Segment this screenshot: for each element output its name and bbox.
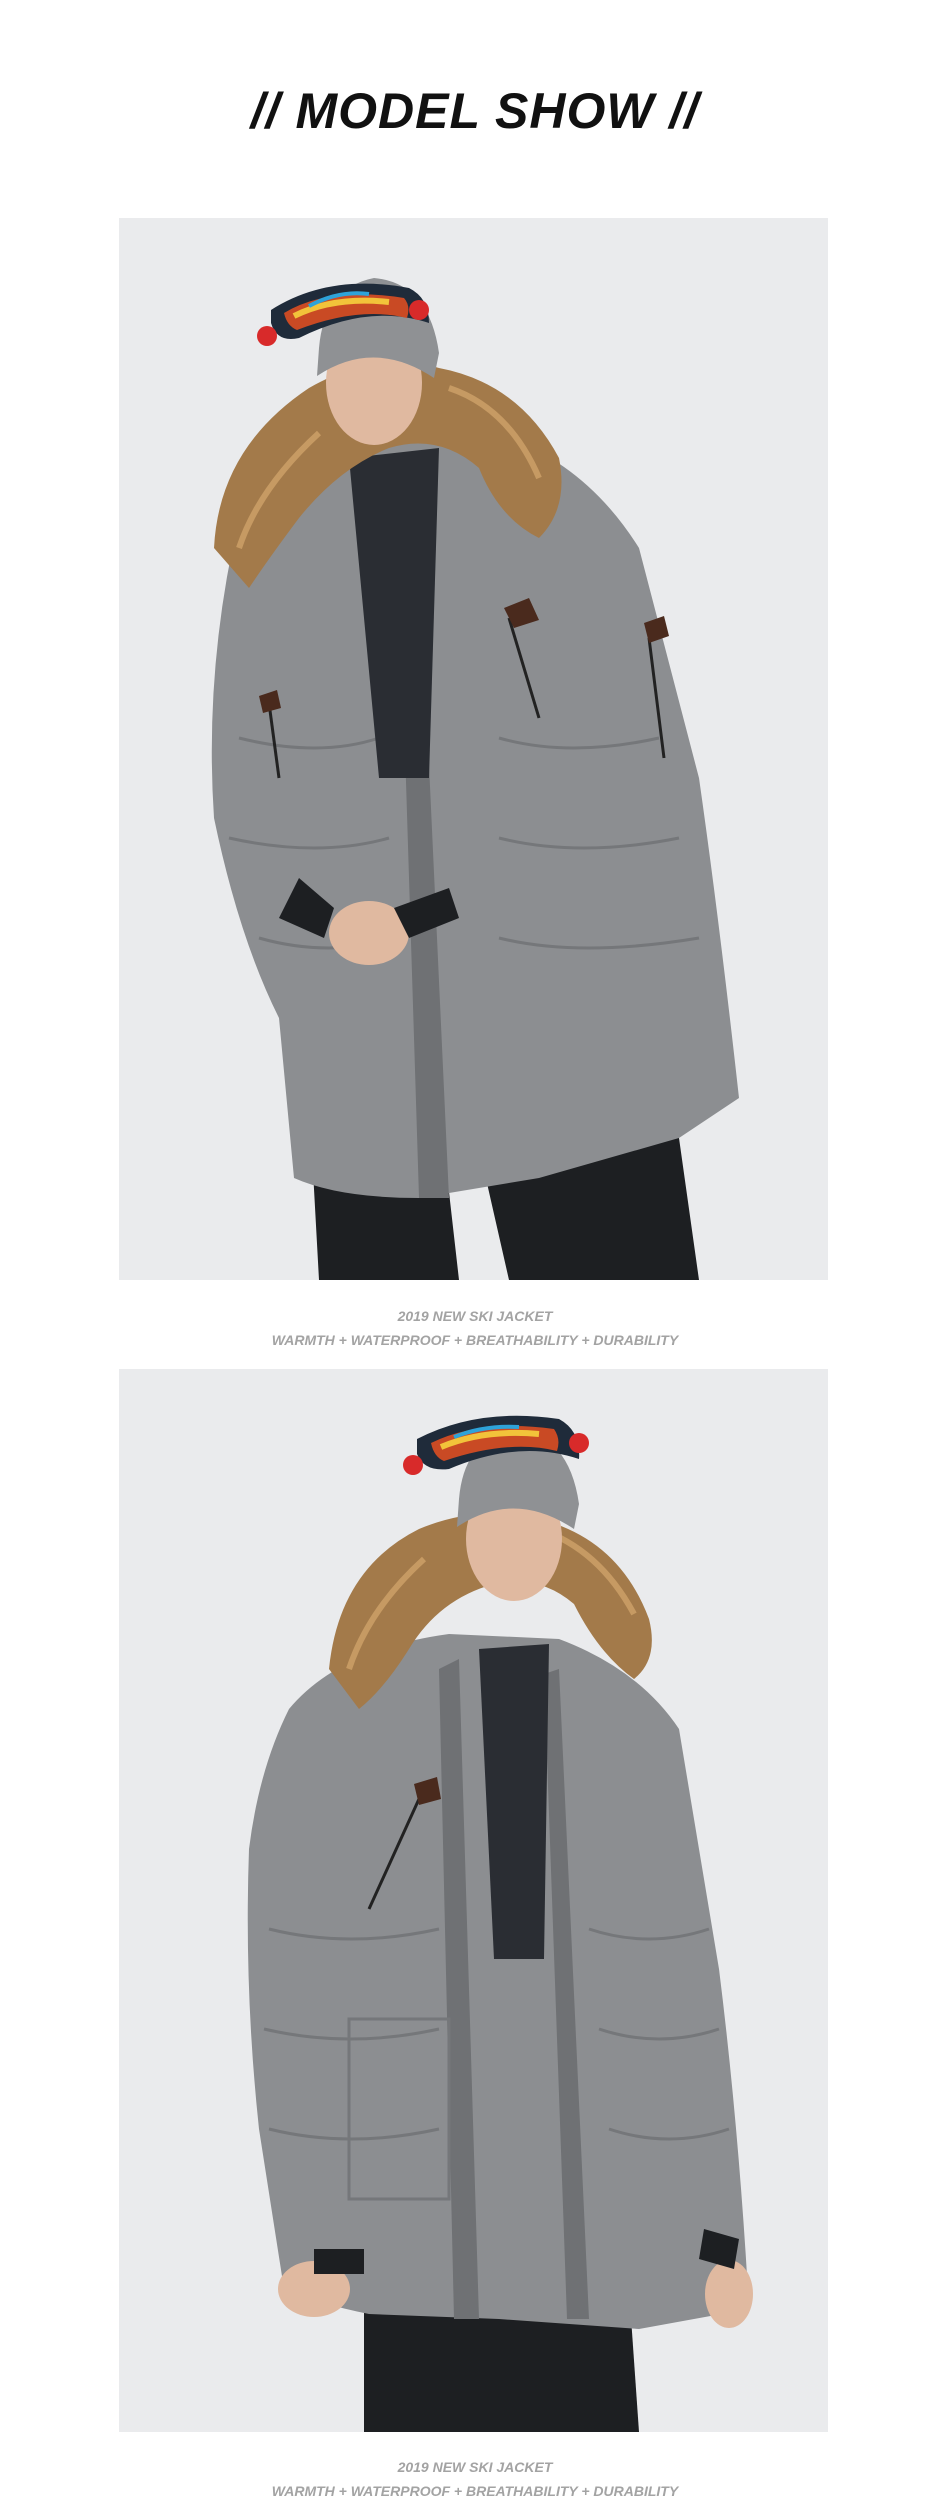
- model-illustration-three-quarter: [119, 1369, 828, 2432]
- model-photo-front: [119, 218, 828, 1280]
- photo-caption: 2019 NEW SKI JACKET WARMTH + WATERPROOF …: [0, 1307, 950, 1349]
- caption-features: WARMTH + WATERPROOF + BREATHABILITY + DU…: [271, 1332, 679, 1348]
- caption-features: WARMTH + WATERPROOF + BREATHABILITY + DU…: [271, 2483, 679, 2499]
- model-photo-three-quarter: [119, 1369, 828, 2432]
- section-title: // MODEL SHOW //: [250, 83, 700, 139]
- caption-product-name: 2019 NEW SKI JACKET: [397, 2459, 553, 2475]
- caption-product-name: 2019 NEW SKI JACKET: [397, 1308, 553, 1324]
- photo-caption: 2019 NEW SKI JACKET WARMTH + WATERPROOF …: [0, 2458, 950, 2500]
- model-illustration-front: [119, 218, 828, 1280]
